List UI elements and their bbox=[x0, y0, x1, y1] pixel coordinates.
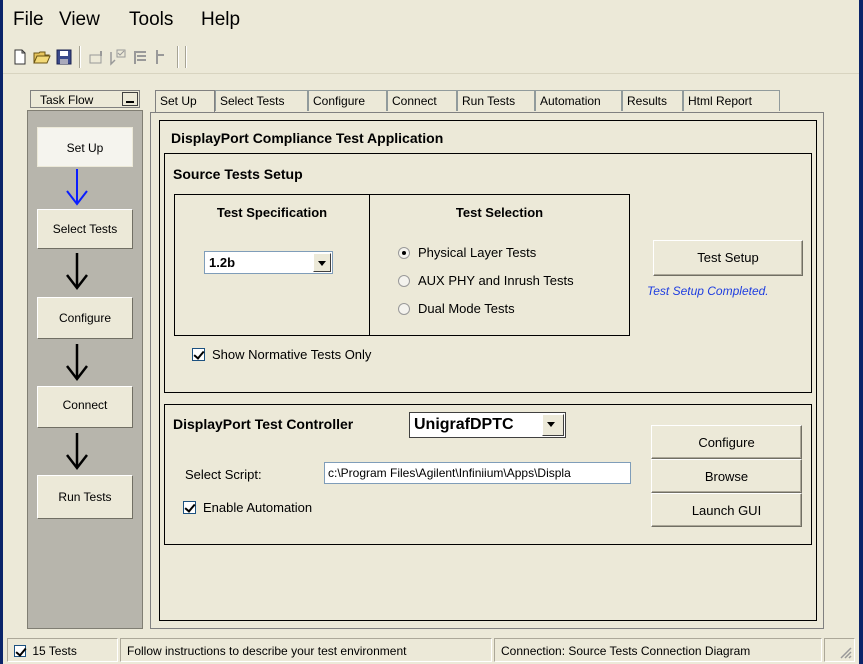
task-step-connect[interactable]: Connect bbox=[37, 386, 133, 428]
menu-bar: File View Tools Help bbox=[3, 0, 859, 40]
tab-configure[interactable]: Configure bbox=[308, 90, 387, 111]
tab-html-report[interactable]: Html Report bbox=[683, 90, 780, 111]
tab-run-tests[interactable]: Run Tests bbox=[457, 90, 535, 111]
select-script-label: Select Script: bbox=[185, 467, 262, 482]
status-tests-count[interactable]: 15 Tests bbox=[7, 638, 118, 662]
button-label: Test Setup bbox=[697, 250, 759, 265]
task-step-label: Connect bbox=[62, 398, 108, 412]
script-path-field[interactable]: c:\Program Files\Agilent\Infiniium\Apps\… bbox=[324, 462, 631, 484]
chevron-down-icon[interactable] bbox=[313, 253, 331, 272]
button-label: Configure bbox=[698, 435, 755, 450]
status-connection: Connection: Source Tests Connection Diag… bbox=[494, 638, 822, 662]
minimize-button[interactable] bbox=[122, 92, 138, 106]
menu-view[interactable]: View bbox=[59, 9, 100, 31]
select-value: 1.2b bbox=[209, 255, 236, 270]
test-controller-select[interactable]: UnigrafDPTC bbox=[409, 412, 566, 438]
launch-gui-button[interactable]: Launch GUI bbox=[651, 493, 802, 527]
task-step-label: Select Tests bbox=[52, 222, 118, 236]
down-arrow-icon bbox=[66, 433, 88, 471]
new-file-icon[interactable] bbox=[11, 48, 29, 66]
task-step-label: Run Tests bbox=[58, 490, 112, 504]
checkbox-list-icon[interactable] bbox=[87, 48, 105, 66]
open-folder-icon[interactable] bbox=[33, 48, 51, 66]
menu-tools[interactable]: Tools bbox=[129, 9, 173, 31]
group-header: Test Selection bbox=[455, 205, 544, 220]
test-specification-select[interactable]: 1.2b bbox=[204, 251, 333, 274]
radio-button[interactable] bbox=[398, 275, 410, 287]
status-message: Follow instructions to describe your tes… bbox=[120, 638, 492, 662]
group-title: Source Tests Setup bbox=[173, 166, 303, 182]
tab-select-tests[interactable]: Select Tests bbox=[215, 90, 308, 111]
menu-file[interactable]: File bbox=[13, 9, 44, 31]
resize-grip[interactable] bbox=[824, 638, 855, 662]
tests-count-label: 15 Tests bbox=[32, 644, 77, 658]
down-arrow-icon bbox=[66, 169, 88, 206]
toolbar-separator bbox=[177, 46, 179, 68]
radio-label: AUX PHY and Inrush Tests bbox=[418, 273, 574, 288]
window-border-right bbox=[859, 0, 863, 664]
task-step-label: Set Up bbox=[66, 141, 104, 155]
setup-tab-panel: DisplayPort Compliance Test Application … bbox=[150, 112, 824, 629]
tab-results[interactable]: Results bbox=[622, 90, 683, 111]
radio-button[interactable] bbox=[398, 247, 410, 259]
button-label: Launch GUI bbox=[691, 503, 762, 518]
page-title: DisplayPort Compliance Test Application bbox=[171, 130, 444, 146]
align-icon[interactable] bbox=[131, 48, 149, 66]
flag-icon[interactable] bbox=[153, 48, 171, 66]
tab-connect[interactable]: Connect bbox=[387, 90, 457, 111]
app-frame: DisplayPort Compliance Test Application … bbox=[159, 120, 817, 621]
chevron-down-icon[interactable] bbox=[542, 414, 564, 436]
source-tests-setup-group: Source Tests Setup Test Specification 1.… bbox=[164, 153, 812, 393]
radio-label: Dual Mode Tests bbox=[418, 301, 515, 316]
configure-button[interactable]: Configure bbox=[651, 425, 802, 459]
test-specification-group: Test Specification 1.2b bbox=[174, 194, 370, 336]
task-step-label: Configure bbox=[58, 311, 112, 325]
task-step-configure[interactable]: Configure bbox=[37, 297, 133, 339]
task-flow-title: Task Flow bbox=[40, 93, 94, 107]
button-label: Browse bbox=[704, 469, 749, 484]
browse-button[interactable]: Browse bbox=[651, 459, 802, 493]
test-controller-group: DisplayPort Test Controller UnigrafDPTC … bbox=[164, 404, 812, 545]
save-icon[interactable] bbox=[55, 48, 73, 66]
test-setup-button[interactable]: Test Setup bbox=[653, 240, 803, 276]
radio-label: Physical Layer Tests bbox=[418, 245, 537, 260]
down-arrow-icon bbox=[66, 344, 88, 382]
task-flow-pane: Task Flow Set Up Select Tests Configure … bbox=[22, 90, 147, 630]
window-border-left bbox=[0, 0, 3, 664]
radio-button[interactable] bbox=[398, 303, 410, 315]
tab-set-up[interactable]: Set Up bbox=[155, 90, 215, 113]
test-setup-status: Test Setup Completed. bbox=[647, 284, 769, 298]
menu-help[interactable]: Help bbox=[201, 9, 240, 31]
pointer-check-icon[interactable] bbox=[109, 48, 127, 66]
task-step-setup[interactable]: Set Up bbox=[37, 127, 133, 167]
checkbox[interactable] bbox=[183, 501, 196, 514]
select-value: UnigrafDPTC bbox=[414, 416, 514, 433]
task-step-select-tests[interactable]: Select Tests bbox=[37, 209, 133, 249]
toolbar-separator bbox=[185, 46, 187, 68]
tab-automation[interactable]: Automation bbox=[535, 90, 622, 111]
down-arrow-icon bbox=[66, 253, 88, 291]
controller-title: DisplayPort Test Controller bbox=[173, 416, 354, 432]
task-flow-header: Task Flow bbox=[30, 90, 140, 108]
group-header: Test Specification bbox=[216, 205, 328, 220]
task-step-run-tests[interactable]: Run Tests bbox=[37, 475, 133, 519]
checkbox-label: Show Normative Tests Only bbox=[212, 347, 372, 362]
test-selection-group: Test Selection Physical Layer Tests AUX … bbox=[369, 194, 630, 336]
task-flow-steps: Set Up Select Tests Configure Connect Ru bbox=[27, 110, 143, 629]
toolbar bbox=[3, 40, 859, 74]
checkbox[interactable] bbox=[14, 645, 26, 657]
resize-grip-icon bbox=[840, 647, 852, 659]
checkbox[interactable] bbox=[192, 348, 205, 361]
checkbox-label: Enable Automation bbox=[203, 500, 313, 515]
status-bar: 15 Tests Follow instructions to describe… bbox=[3, 636, 859, 664]
toolbar-separator bbox=[79, 46, 81, 68]
